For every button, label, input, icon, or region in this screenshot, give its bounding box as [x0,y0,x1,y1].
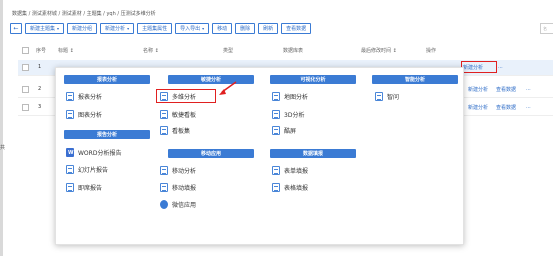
menu-item-word-report[interactable]: WORD分析报告 [66,148,121,157]
menu-item-mobile-fill[interactable]: 移动填报 [160,183,196,192]
category-smart-analysis: 智能分析 [372,75,458,84]
dashboard-set-icon [160,126,168,135]
col-name[interactable]: 名称 ↕ [143,47,159,54]
theme-set-properties-button[interactable]: 主题集属性 [137,23,173,34]
new-analysis-menu: 报表分析 报表分析 图表分析 报告分析 WORD分析报告 幻灯片报告 即席报告 … [55,67,464,245]
table-header: 序号 标题 ↕ 名称 ↕ 类型 数据库表 最后修改时间 ↕ 操作 [18,45,553,56]
menu-item-table-fill[interactable]: 表格填报 [272,183,308,192]
query-icon [375,92,383,101]
menu-item-ppt-report[interactable]: 幻灯片报告 [66,165,108,174]
more-link[interactable]: ... [526,104,531,110]
chevron-down-icon: ▾ [127,26,130,31]
row-checkbox[interactable] [22,86,29,93]
map-icon [272,92,280,101]
toolbar: ← 新建主题集 ▾ 新建分组 新建分析 ▾ 主题集属性 导入导出 ▾ 移动 删除 刷新… [10,23,312,34]
menu-item-mobile-analysis[interactable]: 移动分析 [160,166,196,175]
menu-item-query[interactable]: 智问 [375,92,399,101]
row-checkbox[interactable] [22,104,29,111]
instant-report-icon [66,183,74,192]
view-data-link[interactable]: 查看数据 [496,104,516,111]
category-visual-analysis: 可视化分析 [270,75,356,84]
menu-item-dashboard-set[interactable]: 看板集 [160,126,190,135]
screen-icon [272,126,280,135]
col-title[interactable]: 标题 ↕ [58,47,74,54]
chart-icon [66,110,74,119]
row-index: 3 [38,104,42,110]
word-icon [66,148,74,157]
side-label: 共 [0,145,6,151]
col-type: 类型 [223,48,234,54]
menu-item-chart-analysis[interactable]: 图表分析 [66,110,102,119]
col-modified[interactable]: 最后修改时间 ↕ [361,47,397,54]
new-group-button[interactable]: 新建分组 [67,23,98,34]
chevron-down-icon: ▾ [202,26,205,31]
menu-item-map-analysis[interactable]: 地图分析 [272,92,308,101]
delete-button[interactable]: 删除 [235,23,256,34]
breadcrumb: 数据集 / 测试素材城 / 测试素材 / 主题集 / yqh / 压测试多维分析 [12,11,156,17]
menu-item-agile-dashboard[interactable]: 敏捷看板 [160,110,196,119]
wechat-icon [160,200,168,209]
new-analysis-link[interactable]: 新建分析 [468,104,488,111]
new-analysis-highlight [461,61,497,73]
menu-item-instant-report[interactable]: 即席报告 [66,183,102,192]
menu-item-big-screen[interactable]: 酷屏 [272,126,296,135]
slides-icon [66,165,74,174]
left-edge [0,0,3,256]
category-report-analysis: 报表分析 [64,75,150,84]
search-input[interactable]: 名 [540,23,553,34]
more-link[interactable]: ... [498,64,503,70]
category-agile-analysis: 敏捷分析 [168,75,254,84]
new-analysis-link[interactable]: 新建分析 [468,86,488,93]
row-index: 1 [38,64,42,70]
col-db-table: 数据库表 [283,48,304,54]
form-icon [272,166,280,175]
menu-item-wechat-app[interactable]: 微信应用 [160,200,196,209]
menu-item-form-fill[interactable]: 表单填报 [272,166,308,175]
move-button[interactable]: 移动 [212,23,233,34]
table-icon [272,183,280,192]
cube-icon [272,110,280,119]
select-all-checkbox[interactable] [22,47,29,54]
menu-item-report-analysis[interactable]: 报表分析 [66,92,102,101]
new-theme-set-button[interactable]: 新建主题集 ▾ [25,23,65,34]
more-link[interactable]: ... [526,86,531,92]
dashboard-icon [160,110,168,119]
mobile-fill-icon [160,183,168,192]
category-data-fill: 数据填报 [270,149,356,158]
menu-item-3d-analysis[interactable]: 3D分析 [272,110,304,119]
view-data-button[interactable]: 查看数据 [281,23,312,34]
multi-analysis-highlight [156,89,216,103]
col-actions: 操作 [426,48,437,54]
mobile-icon [160,166,168,175]
row-checkbox[interactable] [22,64,29,71]
report-icon [66,92,74,101]
col-index[interactable]: 序号 [36,47,46,54]
back-button[interactable]: ← [10,23,22,34]
view-data-link[interactable]: 查看数据 [496,86,516,93]
refresh-button[interactable]: 刷新 [258,23,279,34]
row-index: 2 [38,86,42,92]
import-export-button[interactable]: 导入导出 ▾ [175,23,210,34]
category-mobile: 移动应用 [168,149,254,158]
chevron-down-icon: ▾ [57,26,60,31]
new-analysis-button[interactable]: 新建分析 ▾ [100,23,135,34]
category-report-doc: 报告分析 [64,130,150,139]
